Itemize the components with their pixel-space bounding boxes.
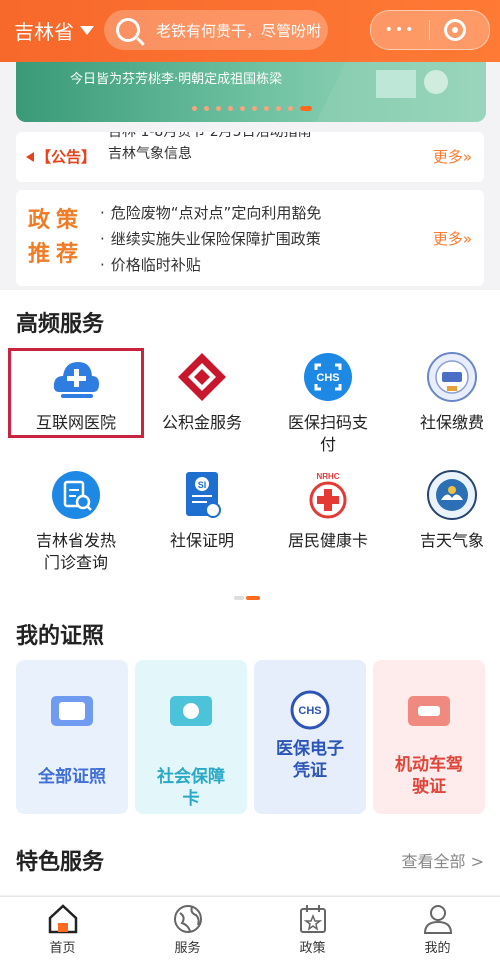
housing-fund-logo [177, 352, 227, 402]
license-medical-insurance[interactable]: CHS 医保电子凭证 [254, 660, 366, 814]
license-all[interactable]: 全部证照 [16, 660, 128, 814]
high-freq-title: 高频服务 [16, 312, 105, 337]
tab-policy[interactable]: 政策 [250, 897, 375, 961]
region-selector[interactable]: 吉林省 [14, 16, 94, 45]
globe-icon [172, 903, 204, 935]
service-label: 医保扫码支付 [287, 413, 368, 454]
weather-logo [427, 470, 477, 520]
service-internet-hospital[interactable]: 互联网医院 [16, 352, 136, 434]
license-label: 医保电子凭证 [276, 739, 344, 781]
service-label: 社保缴费 [419, 413, 484, 432]
car-card-icon [406, 690, 452, 730]
svg-text:CHS: CHS [316, 372, 339, 384]
policy-item[interactable]: 继续实施失业保险保障扩围政策 [100, 226, 321, 252]
banner-caption: 今日皆为芬芳桃李·明朝定成祖国栋梁 [70, 72, 283, 87]
svg-text:CHS: CHS [298, 705, 321, 717]
tab-home[interactable]: 首页 [0, 897, 125, 961]
svg-text:SI: SI [198, 480, 207, 490]
search-bar[interactable]: 老铁有何贵干，尽管吩咐 [104, 10, 328, 50]
service-label: 吉林省发热门诊查询 [35, 531, 116, 572]
service-si-certificate[interactable]: SI 社保证明 [142, 470, 262, 552]
health-card-icon: NRHC [303, 470, 353, 520]
tab-service[interactable]: 服务 [125, 897, 250, 961]
cloud-plus-icon [51, 352, 101, 402]
search-placeholder: 老铁有何贵干，尽管吩咐 [156, 21, 322, 40]
banner-pager [192, 106, 312, 111]
service-label: 公积金服务 [161, 413, 242, 432]
featured-title: 特色服务 [16, 850, 105, 875]
folder-icon [49, 690, 95, 730]
service-health-card[interactable]: NRHC 居民健康卡 [268, 470, 388, 552]
clinic-search-icon [51, 470, 101, 520]
pager-dot [228, 106, 233, 111]
view-all-link[interactable]: 查看全部 > [402, 848, 485, 872]
service-pager [234, 596, 260, 600]
tab-label: 我的 [424, 941, 451, 956]
notice-line: 吉林气象信息 [108, 146, 192, 162]
policy-list: 危险废物“点对点”定向利用豁免 继续实施失业保险保障扩围政策 价格临时补贴 [100, 200, 322, 278]
license-label: 机动车驾驶证 [395, 755, 463, 797]
notice-card[interactable]: 【公告】 吉林 1-8月贵节 2月5日活动指南 吉林气象信息 更多» [16, 132, 484, 182]
service-jitian-weather[interactable]: 吉天气象 [392, 470, 500, 552]
license-label: 全部证照 [38, 767, 106, 787]
notice-more-link[interactable]: 更多» [433, 146, 472, 167]
bottom-tab-bar: 首页 服务 政策 我的 [0, 896, 500, 961]
policy-item[interactable]: 危险废物“点对点”定向利用豁免 [100, 200, 322, 226]
region-label: 吉林省 [14, 20, 74, 44]
tab-mine[interactable]: 我的 [375, 897, 500, 961]
pager-dot [216, 106, 221, 111]
service-label: 吉天气象 [419, 531, 484, 550]
pager-dot [252, 106, 257, 111]
service-label: 社保证明 [169, 531, 234, 550]
pager-dot [264, 106, 269, 111]
card-icon [168, 690, 214, 730]
mini-program-capsule: ••• [370, 10, 490, 50]
tab-label: 首页 [49, 941, 76, 956]
promo-banner[interactable]: 今日皆为芬芳桃李·明朝定成祖国栋梁 [16, 62, 486, 122]
service-housing-fund[interactable]: 公积金服务 [142, 352, 262, 434]
pager-dot [204, 106, 209, 111]
policy-more-link[interactable]: 更多» [433, 228, 472, 249]
pager-dot [234, 596, 244, 600]
notice-line: 吉林 1-8月贵节 2月5日活动指南 [108, 132, 312, 140]
top-bar: 吉林省 老铁有何贵干，尽管吩咐 ••• [0, 0, 500, 62]
service-fever-clinic[interactable]: 吉林省发热门诊查询 [16, 470, 136, 574]
license-social-security-card[interactable]: 社会保障卡 [135, 660, 247, 814]
license-label: 社会保障卡 [157, 767, 225, 809]
license-driving[interactable]: 机动车驾驶证 [373, 660, 485, 814]
tab-label: 服务 [174, 941, 201, 956]
service-social-security-payment[interactable]: 社保缴费 [392, 352, 500, 434]
close-program-button[interactable] [444, 19, 466, 41]
calendar-star-icon [297, 903, 329, 935]
chs-scan-icon: CHS [303, 352, 353, 402]
si-certificate-icon: SI [177, 470, 227, 520]
pager-dot [288, 106, 293, 111]
pager-dot-active [246, 596, 260, 600]
svg-text:NRHC: NRHC [316, 472, 339, 481]
search-icon [116, 18, 140, 42]
user-icon [422, 903, 454, 935]
licenses-title: 我的证照 [16, 624, 105, 649]
home-icon [47, 903, 79, 935]
more-menu-button[interactable]: ••• [371, 22, 429, 38]
service-label: 居民健康卡 [287, 531, 368, 550]
notice-tag-label: 【公告】 [36, 148, 97, 166]
pager-dot [276, 106, 281, 111]
capsule-divider [429, 20, 430, 40]
service-label: 互联网医院 [35, 413, 116, 432]
tab-label: 政策 [299, 941, 326, 956]
notice-tag: 【公告】 [26, 146, 96, 167]
social-security-badge [427, 352, 477, 402]
policy-card: 政策推荐 危险废物“点对点”定向利用豁免 继续实施失业保险保障扩围政策 价格临时… [16, 190, 484, 286]
policy-item[interactable]: 价格临时补贴 [100, 252, 321, 278]
pager-dot [240, 106, 245, 111]
notice-ticker: 吉林 1-8月贵节 2月5日活动指南 吉林气象信息 [108, 132, 408, 182]
pager-dot [192, 106, 197, 111]
chs-logo: CHS [287, 690, 333, 730]
caret-down-icon [80, 26, 94, 35]
speaker-icon [26, 152, 34, 162]
policy-title: 政策推荐 [28, 208, 85, 267]
service-medical-scan-pay[interactable]: CHS 医保扫码支付 [268, 352, 388, 456]
pager-dot-active [300, 106, 312, 111]
